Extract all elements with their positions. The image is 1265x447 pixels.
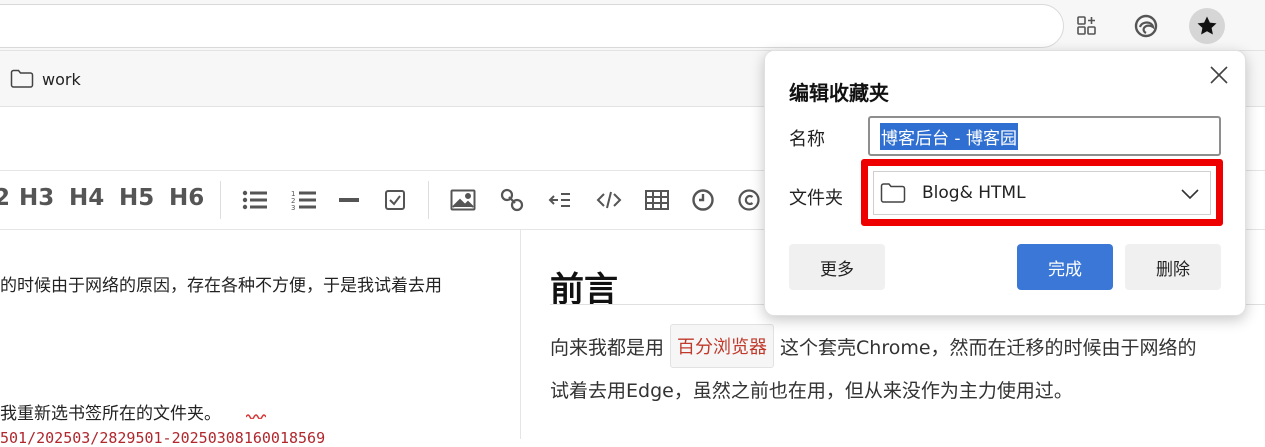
name-input-selected-text: 博客后台 - 博客园: [880, 122, 1018, 150]
copilot-icon[interactable]: [1128, 8, 1164, 44]
editor-code-line[interactable]: 501/202503/2829501-20250308160018569: [0, 429, 325, 447]
editor-line[interactable]: 的时候由于网络的原因，存在各种不方便，于是我试着去用: [0, 271, 442, 296]
toolbar-divider: [428, 181, 429, 219]
numbered-list-icon[interactable]: 123: [291, 187, 317, 213]
inline-code-badge: 百分浏览器: [670, 324, 775, 368]
add-tab-group-icon[interactable]: [1069, 8, 1105, 44]
preview-paragraph: 试着去用Edge，虽然之前也在用，但从来没作为主力使用过。: [550, 380, 1073, 402]
address-bar[interactable]: [0, 4, 1064, 48]
clock-icon[interactable]: [690, 187, 716, 213]
markdown-editor-pane[interactable]: 的时候由于网络的原因，存在各种不方便，于是我试着去用 我重新选书签所在的文件夹。…: [0, 229, 521, 447]
dialog-title: 编辑收藏夹: [789, 81, 889, 105]
bullet-list-icon[interactable]: [242, 187, 268, 213]
folder-selected-value: Blog& HTML: [922, 183, 1026, 203]
name-label: 名称: [789, 129, 825, 150]
edit-favorite-dialog: 编辑收藏夹 名称 博客后台 - 博客园 文件夹 Blog& HTML 更多 完成…: [764, 50, 1246, 316]
folder-dropdown[interactable]: Blog& HTML: [873, 171, 1211, 215]
heading6-button[interactable]: H6: [169, 185, 204, 211]
heading5-button[interactable]: H5: [119, 185, 154, 211]
heading4-button[interactable]: H4: [69, 185, 104, 211]
editor-line[interactable]: 我重新选书签所在的文件夹。: [0, 399, 221, 424]
code-icon[interactable]: [596, 187, 622, 213]
preview-paragraph: 向来我都是用 百分浏览器 这个套壳Chrome，然而在迁移的时候由于网络的: [550, 322, 1197, 370]
copyright-icon[interactable]: [736, 187, 762, 213]
outdent-icon[interactable]: [547, 187, 573, 213]
preview-text: 这个套壳Chrome，然而在迁移的时候由于网络的: [780, 336, 1197, 359]
chevron-down-icon: [1181, 189, 1199, 200]
bookmark-folder-work[interactable]: work: [10, 67, 81, 91]
heading3-button[interactable]: H3: [19, 185, 54, 211]
checkbox-icon[interactable]: [382, 187, 408, 213]
more-button[interactable]: 更多: [789, 244, 885, 290]
delete-button[interactable]: 删除: [1125, 244, 1221, 290]
folder-icon: [880, 183, 906, 203]
done-button[interactable]: 完成: [1017, 244, 1113, 290]
bookmark-label: work: [42, 69, 81, 89]
toolbar-divider: [220, 181, 221, 219]
table-icon[interactable]: [644, 187, 670, 213]
image-icon[interactable]: [450, 187, 476, 213]
folder-label: 文件夹: [789, 188, 843, 209]
folder-icon: [10, 69, 34, 88]
preview-text: 向来我都是用: [550, 336, 665, 359]
browser-toolbar: [0, 0, 1265, 51]
name-input[interactable]: 博客后台 - 博客园: [868, 116, 1221, 156]
link-icon[interactable]: [499, 187, 525, 213]
heading2-button[interactable]: 2: [0, 185, 10, 211]
horizontal-rule-icon[interactable]: [336, 187, 362, 213]
close-icon[interactable]: [1205, 61, 1233, 89]
favorites-star-icon[interactable]: [1189, 8, 1225, 44]
svg-text:3: 3: [291, 204, 295, 211]
spellcheck-squiggle: [246, 414, 266, 419]
